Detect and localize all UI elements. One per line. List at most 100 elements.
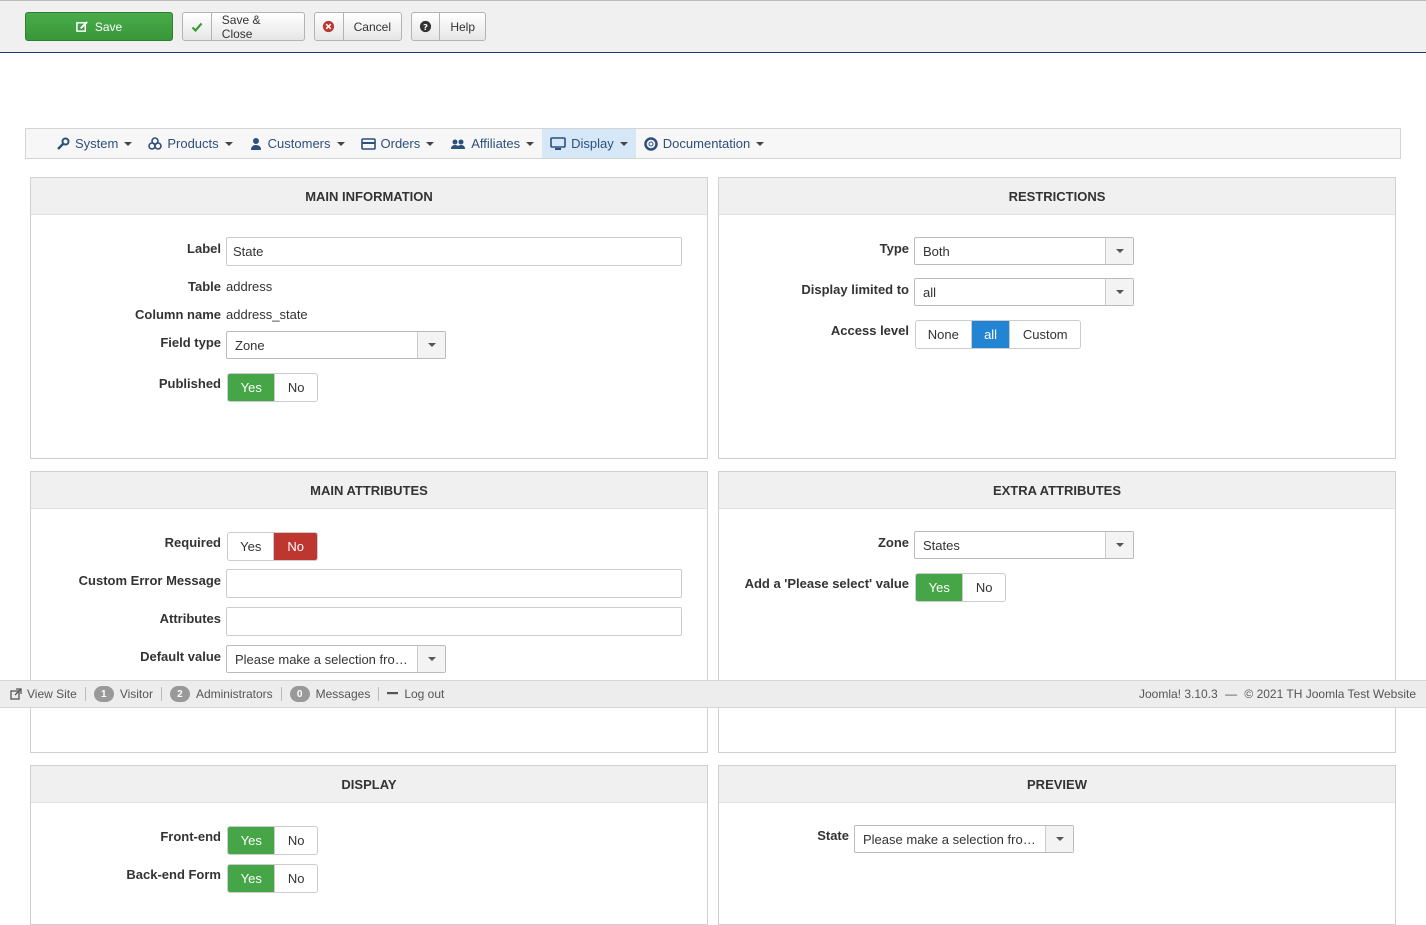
- column-name-value: address_state: [226, 307, 308, 322]
- preview-panel: PREVIEW State Please make a selection fr…: [718, 765, 1396, 925]
- type-label: Type: [879, 241, 909, 256]
- visitor-count: 1 Visitor: [86, 686, 161, 702]
- access-custom[interactable]: Custom: [1010, 321, 1080, 348]
- field-type-select[interactable]: Zone: [226, 331, 446, 359]
- site-info: Joomla! 3.10.3 — © 2021 TH Joomla Test W…: [1139, 687, 1416, 701]
- chevron-down-icon: [1045, 826, 1073, 852]
- required-toggle: Yes No: [227, 532, 318, 561]
- cubes-icon: [148, 136, 163, 150]
- frontend-no[interactable]: No: [275, 827, 317, 854]
- required-yes[interactable]: Yes: [228, 533, 275, 560]
- panel-title: DISPLAY: [31, 766, 707, 803]
- display-panel: DISPLAY Front-end Yes No Back-end Form Y…: [30, 765, 708, 925]
- required-no[interactable]: No: [274, 533, 317, 560]
- help-button[interactable]: ? Help: [411, 12, 486, 41]
- preview-state-select[interactable]: Please make a selection from…: [854, 825, 1074, 853]
- visitor-badge: 1: [93, 686, 114, 702]
- published-yes[interactable]: Yes: [228, 374, 276, 401]
- menu-orders[interactable]: Orders: [353, 129, 443, 158]
- chevron-down-icon: [1105, 279, 1133, 305]
- type-select[interactable]: Both: [914, 237, 1134, 265]
- required-label: Required: [164, 535, 221, 550]
- menu-system[interactable]: System: [48, 129, 140, 158]
- logout-link[interactable]: Log out: [379, 687, 452, 701]
- attributes-input[interactable]: [226, 607, 682, 636]
- backend-yes[interactable]: Yes: [228, 865, 276, 892]
- backend-toggle: Yes No: [227, 864, 318, 893]
- published-no[interactable]: No: [275, 374, 317, 401]
- joomla-version: Joomla! 3.10.3: [1139, 687, 1218, 701]
- panel-title: EXTRA ATTRIBUTES: [719, 472, 1395, 509]
- published-toggle: Yes No: [227, 373, 318, 402]
- cancel-circle-icon: [315, 13, 344, 40]
- menu-documentation[interactable]: Documentation: [636, 129, 772, 158]
- status-bar: View Site 1 Visitor 2 Administrators 0 M…: [0, 680, 1426, 708]
- users-icon: [451, 139, 466, 149]
- credit-card-icon: [360, 137, 376, 150]
- save-button[interactable]: Save: [25, 12, 173, 41]
- please-select-no[interactable]: No: [963, 574, 1005, 601]
- published-label: Published: [158, 376, 221, 391]
- zone-label: Zone: [877, 535, 909, 550]
- menu-affiliates[interactable]: Affiliates: [442, 129, 542, 158]
- access-all[interactable]: all: [971, 321, 1011, 348]
- panel-title: PREVIEW: [719, 766, 1395, 803]
- access-level-label: Access level: [830, 323, 909, 338]
- backend-no[interactable]: No: [275, 865, 317, 892]
- menu-products[interactable]: Products: [140, 129, 240, 158]
- svg-text:?: ?: [423, 22, 428, 32]
- attributes-label: Attributes: [159, 611, 221, 626]
- please-select-yes[interactable]: Yes: [916, 574, 964, 601]
- dash: —: [1225, 687, 1238, 701]
- extra-attributes-panel: EXTRA ATTRIBUTES Zone States Add a 'Plea…: [718, 471, 1396, 753]
- frontend-label: Front-end: [160, 829, 221, 844]
- lifebuoy-icon: [644, 136, 658, 151]
- view-site-link[interactable]: View Site: [0, 687, 85, 701]
- messages-link[interactable]: 0 Messages: [282, 686, 379, 702]
- menu-display[interactable]: Display: [542, 129, 636, 158]
- chevron-down-icon: [417, 646, 445, 672]
- save-close-button[interactable]: Save & Close: [182, 12, 305, 41]
- backend-label: Back-end Form: [126, 867, 221, 882]
- display-limited-select[interactable]: all: [914, 278, 1134, 306]
- external-link-icon: [10, 688, 22, 700]
- messages-badge: 0: [289, 686, 310, 702]
- custom-error-input[interactable]: [226, 569, 682, 598]
- custom-error-label: Custom Error Message: [78, 573, 221, 588]
- main-information-panel: MAIN INFORMATION Label Table address Col…: [30, 177, 708, 459]
- question-icon: ?: [412, 13, 441, 40]
- access-none[interactable]: None: [916, 321, 972, 348]
- menu-customers[interactable]: Customers: [241, 129, 353, 158]
- chevron-down-icon: [1105, 532, 1133, 558]
- chevron-down-icon: [1105, 238, 1133, 264]
- frontend-toggle: Yes No: [227, 826, 318, 855]
- label-field-label: Label: [187, 241, 221, 256]
- check-icon: [183, 13, 212, 40]
- access-level-toggle: None all Custom: [915, 320, 1081, 349]
- monitor-icon: [550, 136, 566, 150]
- main-attributes-panel: MAIN ATTRIBUTES Required Yes No Custom E…: [30, 471, 708, 753]
- column-name-label: Column name: [135, 307, 221, 322]
- frontend-yes[interactable]: Yes: [228, 827, 276, 854]
- default-value-select[interactable]: Please make a selection from…: [226, 645, 446, 673]
- panel-title: MAIN INFORMATION: [31, 178, 707, 215]
- component-menubar: System Products Customers Orders Affilia…: [25, 128, 1401, 159]
- please-select-label: Add a 'Please select' value: [744, 576, 909, 591]
- table-label: Table: [188, 279, 221, 294]
- label-input[interactable]: [226, 237, 682, 266]
- table-value: address: [226, 279, 273, 294]
- zone-select[interactable]: States: [914, 531, 1134, 559]
- restrictions-panel: RESTRICTIONS Type Both Display limited t…: [718, 177, 1396, 459]
- wrench-icon: [57, 137, 70, 150]
- admin-count: 2 Administrators: [162, 686, 281, 702]
- cancel-button[interactable]: Cancel: [314, 12, 402, 41]
- display-limited-label: Display limited to: [801, 282, 909, 297]
- default-value-label: Default value: [140, 649, 221, 664]
- please-select-toggle: Yes No: [915, 573, 1006, 602]
- toolbar: Save Save & Close Cancel ? Help: [0, 0, 1426, 53]
- edit-icon: [75, 13, 89, 40]
- copyright: © 2021 TH Joomla Test Website: [1244, 687, 1416, 701]
- chevron-down-icon: [417, 332, 445, 358]
- field-type-label: Field type: [160, 335, 221, 350]
- admin-badge: 2: [169, 686, 190, 702]
